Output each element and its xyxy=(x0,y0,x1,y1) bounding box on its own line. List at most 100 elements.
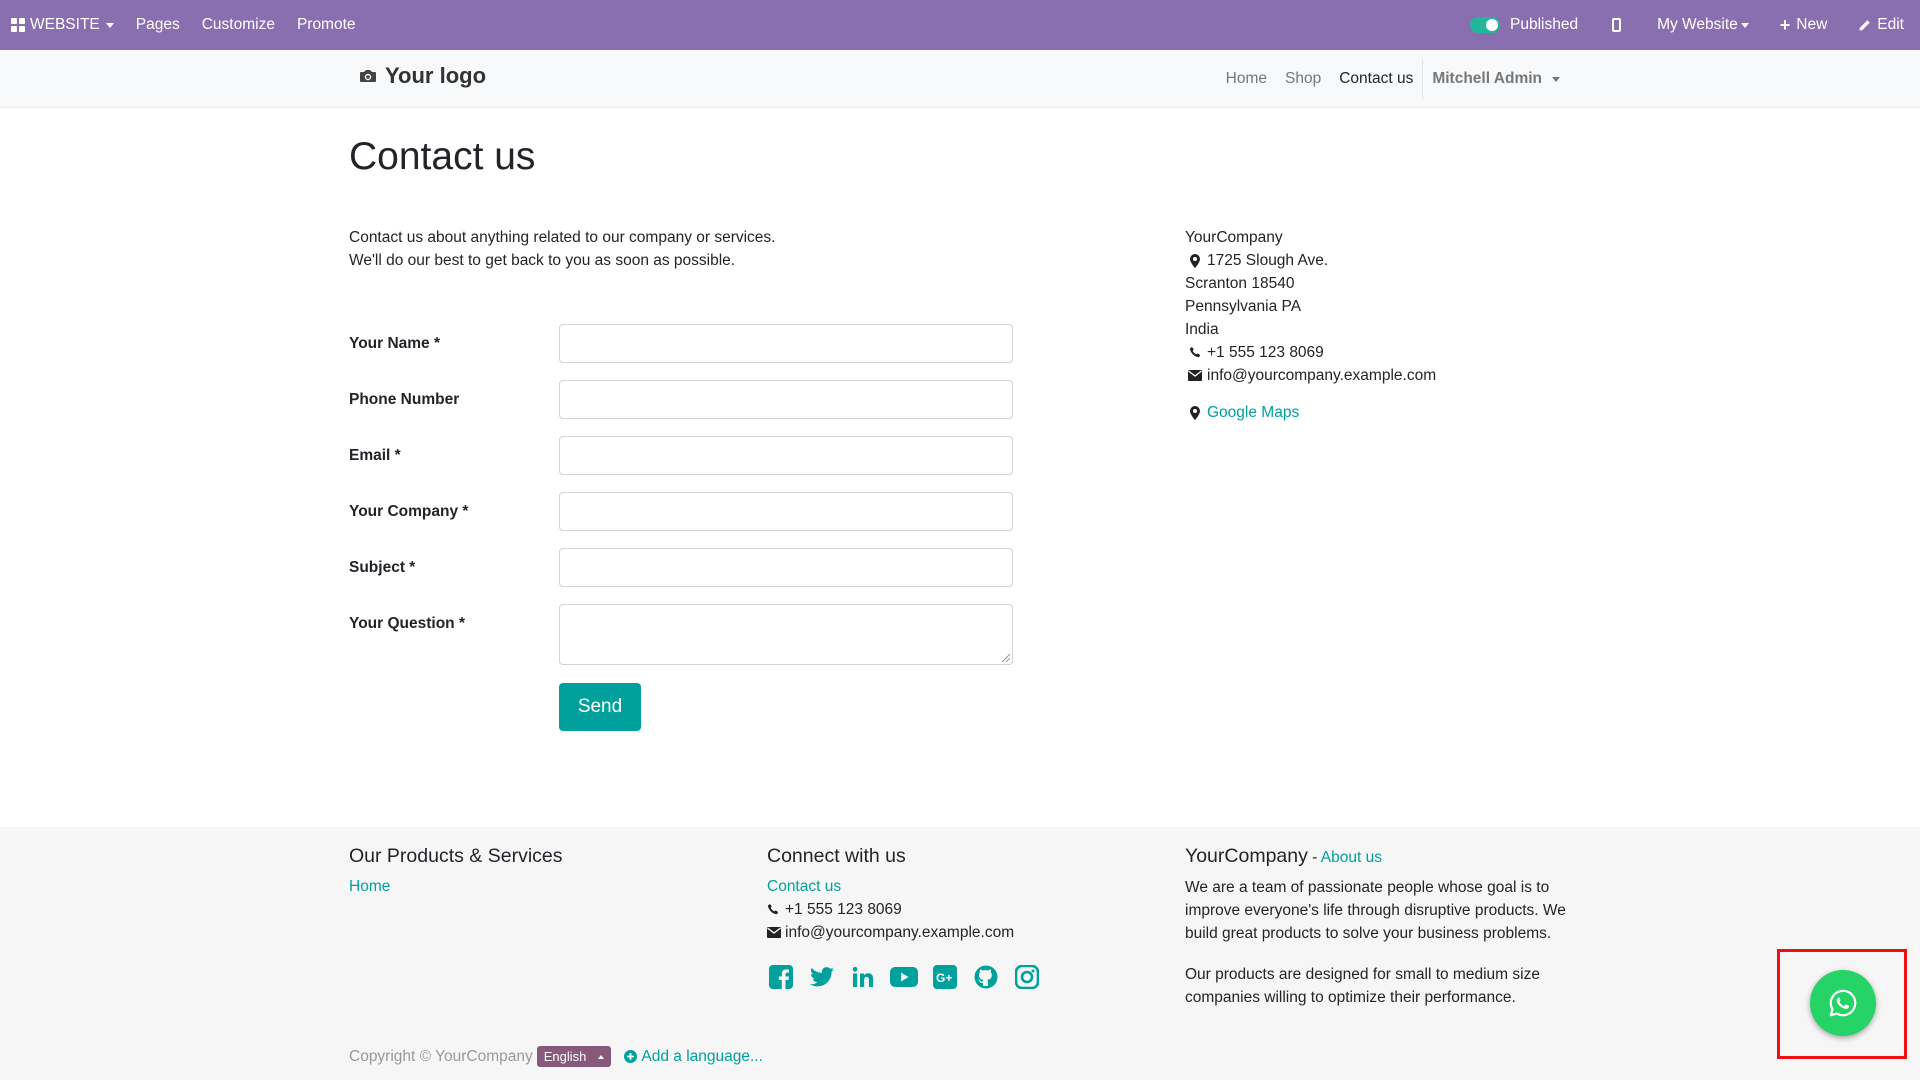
company-city: Scranton 18540 xyxy=(1185,275,1295,292)
add-language-link[interactable]: Add a language... xyxy=(624,1048,763,1066)
pages-menu[interactable]: Pages xyxy=(125,0,191,50)
twitter-icon[interactable] xyxy=(808,963,836,991)
copyright-bar: Copyright © YourCompany English Add a la… xyxy=(349,1046,763,1067)
chevron-up-icon xyxy=(598,1054,605,1059)
company-info: YourCompany 1725 Slough Ave. Scranton 18… xyxy=(1185,226,1436,424)
phone-icon xyxy=(767,903,783,916)
chevron-down-icon xyxy=(105,22,114,28)
resize-handle-icon[interactable] xyxy=(1002,654,1010,662)
intro-line: We'll do our best to get back to you as … xyxy=(349,252,736,269)
subject-input[interactable] xyxy=(559,548,1013,587)
email-label: Email * xyxy=(349,447,401,464)
google-maps-link[interactable]: Google Maps xyxy=(1185,401,1436,424)
phone-icon xyxy=(1183,346,1207,359)
chevron-down-icon xyxy=(1552,76,1560,82)
company-street-line: 1725 Slough Ave. xyxy=(1185,249,1436,272)
site-header: Your logo Home Shop Contact us Mitchell … xyxy=(0,50,1920,108)
page-title: Contact us xyxy=(349,135,536,178)
subject-label: Subject * xyxy=(349,559,416,576)
company-name: YourCompany xyxy=(1185,229,1283,246)
footer-about-title: YourCompany - About us xyxy=(1185,845,1575,869)
instagram-icon[interactable] xyxy=(1013,963,1041,991)
map-marker-icon xyxy=(1183,405,1207,420)
language-selector[interactable]: English xyxy=(536,1046,612,1067)
mobile-icon xyxy=(1612,18,1622,32)
new-label: New xyxy=(1796,16,1828,33)
mobile-preview-button[interactable] xyxy=(1600,0,1646,50)
github-icon[interactable] xyxy=(972,963,1000,991)
footer-connect: Connect with us Contact us +1 555 123 80… xyxy=(767,845,1147,991)
user-name: Mitchell Admin xyxy=(1432,70,1542,87)
footer-email-line: info@yourcompany.example.com xyxy=(767,921,1147,944)
company-phone-line: +1 555 123 8069 xyxy=(1185,341,1436,364)
footer-home-link[interactable]: Home xyxy=(349,875,729,898)
youtube-icon[interactable] xyxy=(890,963,918,991)
name-label: Your Name * xyxy=(349,335,441,352)
company-email: info@yourcompany.example.com xyxy=(1207,367,1437,384)
customize-menu[interactable]: Customize xyxy=(191,0,286,50)
phone-label: Phone Number xyxy=(349,391,460,408)
phone-input[interactable] xyxy=(559,380,1013,419)
social-links: G+ xyxy=(767,963,1147,991)
pencil-icon xyxy=(1858,19,1871,32)
company-state: Pennsylvania PA xyxy=(1185,298,1302,315)
website-menu-label: WEBSITE xyxy=(30,16,100,33)
question-textarea[interactable] xyxy=(559,604,1013,665)
published-label: Published xyxy=(1509,16,1579,33)
admin-bar: WEBSITE Pages Customize Promote Publishe… xyxy=(0,0,1920,50)
site-logo[interactable]: Your logo xyxy=(359,63,486,89)
google-plus-icon[interactable]: G+ xyxy=(931,963,959,991)
about-us-link[interactable]: About us xyxy=(1321,849,1382,866)
footer-products: Our Products & Services Home xyxy=(349,845,729,898)
plus-icon: + xyxy=(1779,15,1791,35)
add-language-label: Add a language... xyxy=(641,1047,763,1065)
whatsapp-icon xyxy=(1828,988,1858,1018)
edit-button[interactable]: Edit xyxy=(1847,0,1920,50)
intro-text: Contact us about anything related to our… xyxy=(349,226,776,272)
footer-products-title: Our Products & Services xyxy=(349,845,563,867)
copyright-text: Copyright © YourCompany xyxy=(349,1047,533,1065)
nav-home[interactable]: Home xyxy=(1217,70,1276,88)
footer-about-separator: - xyxy=(1307,849,1321,866)
footer-phone: +1 555 123 8069 xyxy=(785,901,902,918)
website-menu[interactable]: WEBSITE xyxy=(0,0,125,50)
company-phone: +1 555 123 8069 xyxy=(1207,344,1324,361)
facebook-icon[interactable] xyxy=(767,963,795,991)
envelope-icon xyxy=(1183,370,1207,381)
footer-contact-link[interactable]: Contact us xyxy=(767,875,1147,898)
apps-grid-icon xyxy=(11,18,25,32)
new-button[interactable]: + New xyxy=(1769,0,1848,50)
nav-shop[interactable]: Shop xyxy=(1276,70,1330,88)
map-marker-icon xyxy=(1183,253,1207,268)
plus-circle-icon xyxy=(624,1050,638,1063)
toggle-switch-icon xyxy=(1469,17,1500,33)
intro-line: Contact us about anything related to our… xyxy=(349,229,776,246)
send-button[interactable]: Send xyxy=(559,683,641,731)
promote-menu[interactable]: Promote xyxy=(286,0,367,50)
footer: Our Products & Services Home Connect wit… xyxy=(0,827,1920,1080)
question-label: Your Question * xyxy=(349,615,465,632)
linkedin-icon[interactable] xyxy=(849,963,877,991)
chevron-down-icon xyxy=(1740,22,1749,28)
company-input[interactable] xyxy=(559,492,1013,531)
footer-about-paragraph: We are a team of passionate people whose… xyxy=(1185,879,1566,942)
name-input[interactable] xyxy=(559,324,1013,363)
company-country: India xyxy=(1185,321,1219,338)
language-label: English xyxy=(543,1049,587,1064)
footer-connect-title: Connect with us xyxy=(767,845,906,867)
email-input[interactable] xyxy=(559,436,1013,475)
whatsapp-button[interactable] xyxy=(1810,970,1876,1036)
publish-toggle[interactable]: Published xyxy=(1459,0,1600,50)
google-maps-label: Google Maps xyxy=(1207,404,1300,421)
company-label: Your Company * xyxy=(349,503,469,520)
nav-contact-us[interactable]: Contact us xyxy=(1330,70,1422,88)
svg-text:G+: G+ xyxy=(936,971,952,985)
edit-label: Edit xyxy=(1877,16,1904,33)
user-menu[interactable]: Mitchell Admin xyxy=(1422,59,1569,99)
footer-email: info@yourcompany.example.com xyxy=(785,924,1015,941)
my-website-menu[interactable]: My Website xyxy=(1646,0,1769,50)
footer-about-company: YourCompany xyxy=(1185,845,1308,867)
main-nav: Home Shop Contact us Mitchell Admin xyxy=(1217,50,1569,108)
logo-text: Your logo xyxy=(385,63,487,88)
footer-about-paragraph: Our products are designed for small to m… xyxy=(1185,966,1540,1006)
